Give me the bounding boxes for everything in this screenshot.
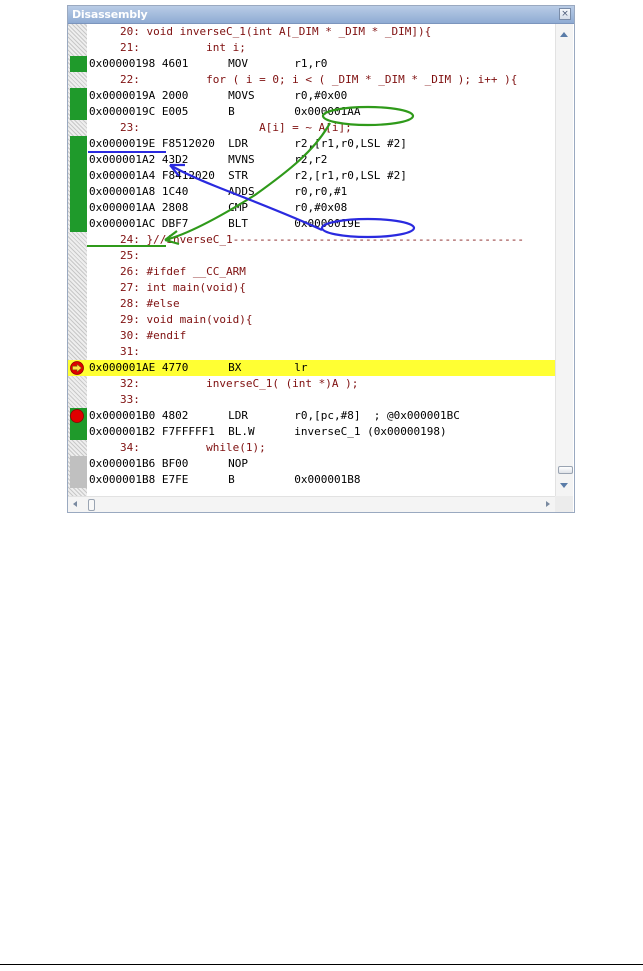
source-text: 21: int i; [120,41,246,54]
coverage-marker [70,56,87,72]
asm-line[interactable]: 0x000001B8 E7FE B 0x000001B8 [68,472,555,488]
source-text: 32: inverseC_1( (int *)A ); [120,377,359,390]
asm-text: 0x000001A2 43D2 MVNS r2,r2 [89,153,328,166]
breakpoint-icon[interactable] [70,409,84,423]
coverage-marker [70,472,87,488]
source-text: 29: void main(void){ [120,313,253,326]
source-line[interactable]: 34: while(1); [68,440,555,456]
source-text: 34: while(1); [120,441,266,454]
asm-text: 0x0000019A 2000 MOVS r0,#0x00 [89,89,348,102]
coverage-marker [70,184,87,200]
scroll-right-icon[interactable] [546,501,550,507]
disassembly-listing[interactable]: 20: void inverseC_1(int A[_DIM * _DIM * … [68,24,555,496]
asm-text: 0x000001B8 E7FE B 0x000001B8 [89,473,361,486]
asm-text: 0x00000198 4601 MOV r1,r0 [89,57,328,70]
asm-text: 0x0000019E F8512020 LDR r2,[r1,r0,LSL #2… [89,137,407,150]
asm-line[interactable]: 0x000001AA 2808 CMP r0,#0x08 [68,200,555,216]
source-text: 27: int main(void){ [120,281,246,294]
window-title: Disassembly [72,8,148,21]
scroll-up-icon[interactable] [560,32,568,37]
vertical-scrollbar[interactable] [555,24,573,496]
asm-line[interactable]: 0x00000198 4601 MOV r1,r0 [68,56,555,72]
asm-line[interactable]: 0x000001AE 4770 BX lr [68,360,555,376]
scrollbar-corner [555,496,573,512]
source-text: 28: #else [120,297,180,310]
asm-line[interactable]: 0x000001B0 4802 LDR r0,[pc,#8] ; @0x0000… [68,408,555,424]
coverage-marker [70,136,87,152]
coverage-marker [70,424,87,440]
source-line[interactable]: 24: }//inverseC_1-----------------------… [68,232,555,248]
source-text: 33: [120,393,140,406]
source-line[interactable]: 27: int main(void){ [68,280,555,296]
source-line[interactable]: 28: #else [68,296,555,312]
horizontal-scrollbar[interactable] [68,496,555,512]
source-text: 22: for ( i = 0; i < ( _DIM * _DIM * _DI… [120,73,518,86]
disassembly-window: Disassembly × 20: void inverseC_1(int A[… [67,5,575,513]
scroll-left-icon[interactable] [73,501,77,507]
coverage-marker [70,456,87,472]
asm-line[interactable]: 0x000001A8 1C40 ADDS r0,r0,#1 [68,184,555,200]
close-button[interactable]: × [559,8,571,20]
source-line[interactable]: 22: for ( i = 0; i < ( _DIM * _DIM * _DI… [68,72,555,88]
asm-text: 0x000001B6 BF00 NOP [89,457,248,470]
horizontal-scroll-thumb[interactable] [88,499,95,511]
source-text: 24: }//inverseC_1-----------------------… [120,233,524,246]
source-line[interactable]: 31: [68,344,555,360]
asm-line[interactable]: 0x000001A2 43D2 MVNS r2,r2 [68,152,555,168]
source-text: 20: void inverseC_1(int A[_DIM * _DIM * … [120,25,432,38]
asm-text: 0x000001B0 4802 LDR r0,[pc,#8] ; @0x0000… [89,409,460,422]
source-text: 23: A[i] = ~ A[i]; [120,121,352,134]
coverage-marker [70,200,87,216]
source-line[interactable]: 21: int i; [68,40,555,56]
source-line[interactable]: 30: #endif [68,328,555,344]
asm-text: 0x000001A8 1C40 ADDS r0,r0,#1 [89,185,348,198]
asm-line[interactable]: 0x000001B2 F7FFFFF1 BL.W inverseC_1 (0x0… [68,424,555,440]
coverage-marker [70,152,87,168]
coverage-marker [70,216,87,232]
page-bottom-rule [0,964,643,965]
asm-text: 0x000001AA 2808 CMP r0,#0x08 [89,201,348,214]
current-line-arrow-icon[interactable] [70,361,84,375]
asm-text: 0x000001AE 4770 BX lr [89,361,308,374]
asm-line[interactable]: 0x0000019C E005 B 0x000001AA [68,104,555,120]
asm-text: 0x000001AC DBF7 BLT 0x0000019E [89,217,361,230]
asm-line[interactable]: 0x000001A4 F8412020 STR r2,[r1,r0,LSL #2… [68,168,555,184]
coverage-marker [70,88,87,104]
source-text: 31: [120,345,140,358]
source-line[interactable]: 33: [68,392,555,408]
asm-text: 0x000001A4 F8412020 STR r2,[r1,r0,LSL #2… [89,169,407,182]
source-line[interactable]: 20: void inverseC_1(int A[_DIM * _DIM * … [68,24,555,40]
asm-text: 0x0000019C E005 B 0x000001AA [89,105,361,118]
asm-line[interactable]: 0x0000019A 2000 MOVS r0,#0x00 [68,88,555,104]
source-line[interactable]: 26: #ifdef __CC_ARM [68,264,555,280]
title-bar: Disassembly × [68,6,574,24]
scroll-down-icon[interactable] [560,483,568,488]
coverage-marker [70,104,87,120]
source-line[interactable]: 29: void main(void){ [68,312,555,328]
asm-line[interactable]: 0x000001AC DBF7 BLT 0x0000019E [68,216,555,232]
source-line[interactable]: 23: A[i] = ~ A[i]; [68,120,555,136]
source-text: 26: #ifdef __CC_ARM [120,265,246,278]
asm-line[interactable]: 0x0000019E F8512020 LDR r2,[r1,r0,LSL #2… [68,136,555,152]
asm-text: 0x000001B2 F7FFFFF1 BL.W inverseC_1 (0x0… [89,425,447,438]
source-line[interactable]: 32: inverseC_1( (int *)A ); [68,376,555,392]
source-text: 25: [120,249,140,262]
vertical-scroll-thumb[interactable] [558,466,573,474]
source-text: 30: #endif [120,329,187,342]
source-line[interactable]: 25: [68,248,555,264]
asm-line[interactable]: 0x000001B6 BF00 NOP [68,456,555,472]
coverage-marker [70,168,87,184]
